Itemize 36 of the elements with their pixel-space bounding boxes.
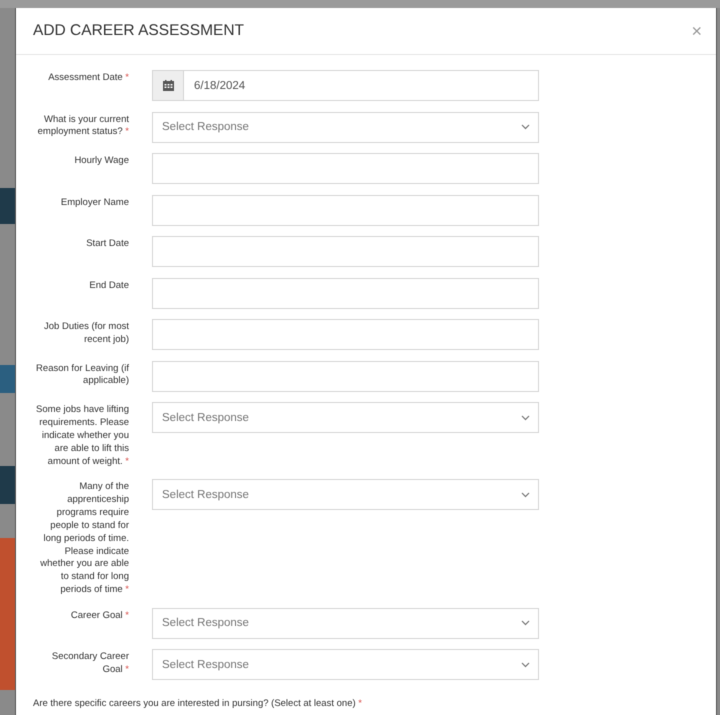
field-label: Employer Name (60, 196, 129, 210)
text-field[interactable] (152, 236, 539, 267)
close-button[interactable]: × (687, 20, 706, 42)
field-label: Career Goal * (70, 608, 129, 623)
select-field[interactable]: Select Response (152, 402, 539, 433)
field-label: Many of the apprenticeship programs require people to stand for long periods of time. Please indicate whether you are able to stand for long periods of time * (39, 480, 129, 598)
text-field[interactable] (152, 278, 539, 308)
page-banner (0, 188, 15, 224)
select-field[interactable]: Select Response (152, 608, 539, 639)
page-banner (0, 466, 15, 504)
text-field[interactable] (152, 194, 539, 226)
select-field[interactable]: Select Response (152, 649, 539, 680)
field-label: End Date (88, 278, 129, 292)
chevron-down-icon (521, 662, 530, 668)
dialog-title: ADD CAREER ASSESSMENT (33, 22, 244, 40)
question-label: Are there specific careers you are interested in pursing? (Select at least one) * (33, 698, 362, 709)
field-label: Secondary Career Goal * (50, 650, 129, 677)
field-label: Start Date (85, 237, 129, 251)
field-label: Reason for Leaving (if applicable) (35, 362, 129, 388)
select-field[interactable]: Select Response (152, 479, 539, 510)
field-label: Hourly Wage (73, 154, 129, 168)
text-field[interactable] (152, 360, 539, 392)
chevron-down-icon (521, 124, 530, 130)
chevron-down-icon (521, 492, 530, 498)
date-field[interactable]: 6/18/2024 (152, 70, 539, 101)
field-label: Job Duties (for most recent job) (43, 320, 129, 347)
field-label: Some jobs have lifting requirements. Please indicate whether you are able to lift this amount of weight. * (35, 403, 129, 469)
chevron-down-icon (521, 620, 530, 626)
chevron-down-icon (521, 414, 530, 420)
field-label: What is your current employment status? * (36, 112, 129, 140)
text-field[interactable] (152, 319, 539, 350)
page-banner (0, 365, 15, 393)
text-field[interactable] (152, 153, 539, 184)
field-label: Assessment Date * (47, 71, 129, 85)
select-field[interactable]: Select Response (152, 112, 539, 142)
calendar-icon (162, 80, 174, 91)
